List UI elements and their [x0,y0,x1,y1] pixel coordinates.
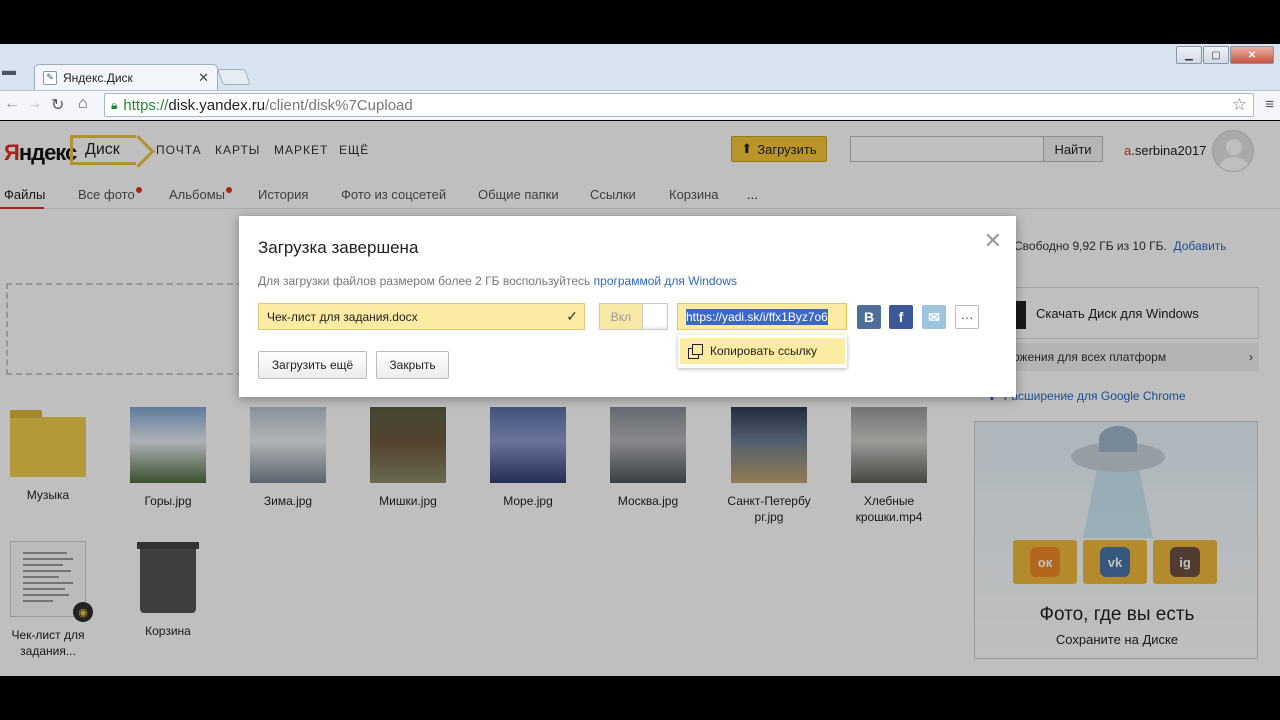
browser-chrome: ▬ ✎ Яндекс.Диск ✕ ▁ ▢ ✕ ← → ↻ ⌂ 🔒︎ https… [0,44,1280,120]
bookmark-star-icon[interactable]: ☆ [1232,95,1247,115]
maximize-button[interactable]: ▢ [1203,46,1229,64]
modal-overlay[interactable] [0,121,1280,676]
address-bar[interactable]: 🔒︎ https:// disk.yandex.ru /client/disk%… [104,93,1254,117]
back-arrow-icon[interactable]: ← [4,95,20,113]
dialog-note: Для загрузки файлов размером более 2 ГБ … [258,274,737,288]
reload-icon[interactable]: ↻ [51,95,64,115]
url-path: /client/disk%7Cupload [265,96,413,114]
lock-icon: 🔒︎ [111,97,118,112]
public-link-input[interactable]: https://yadi.sk/i/ffx1Byz7o6 [677,303,847,330]
facebook-share-label: f [898,309,904,325]
forward-arrow-icon[interactable]: → [26,95,42,113]
close-dialog-button[interactable]: Закрыть [376,351,449,379]
vk-share-icon[interactable]: B [857,305,881,329]
video-letterbox-bottom [0,676,1280,720]
copy-link-popup: Копировать ссылку [678,335,847,368]
toggle-knob [642,304,667,329]
upload-complete-dialog: Загрузка завершена ✕ Для загрузки файлов… [239,216,1016,397]
yandex-disk-page: Яндекс Диск ПОЧТА КАРТЫ МАРКЕТ ЕЩЁ ⬆ Заг… [0,121,1280,676]
url-host: disk.yandex.ru [168,96,266,114]
copy-link-label: Копировать ссылку [710,344,817,358]
copy-link-button[interactable]: Копировать ссылку [680,338,845,364]
favicon-icon: ✎ [43,70,57,85]
new-tab-button[interactable] [217,69,251,85]
upload-more-button[interactable]: Загрузить ещё [258,351,367,379]
copy-icon [688,344,703,359]
facebook-share-icon[interactable]: f [889,305,913,329]
minimize-button[interactable]: ▁ [1176,46,1202,64]
public-link-value: https://yadi.sk/i/ffx1Byz7o6 [686,308,828,325]
close-window-button[interactable]: ✕ [1230,46,1274,64]
public-link-toggle[interactable]: Вкл [599,303,668,330]
home-icon[interactable]: ⌂ [78,95,88,113]
uploaded-file-name: Чек-лист для задания.docx [267,309,418,324]
more-share-options-button[interactable]: ··· [955,305,979,329]
close-icon[interactable]: ✕ [984,228,1002,254]
window-controls: ▁ ▢ ✕ [1176,46,1274,64]
uploaded-file-field: Чек-лист для задания.docx ✓ [258,303,585,330]
browser-menu-icon[interactable]: ≡ [1265,96,1274,113]
checkmark-icon: ✓ [566,308,578,324]
tab-close-icon[interactable]: ✕ [198,70,209,86]
windows-app-link[interactable]: программой для Windows [594,274,737,288]
browser-tab[interactable]: ✎ Яндекс.Диск ✕ [34,64,218,90]
tab-title: Яндекс.Диск [63,70,133,85]
profile-icon[interactable]: ▬ [2,62,24,82]
video-letterbox-top [0,0,1280,44]
email-share-icon[interactable]: ✉ [922,305,946,329]
vk-share-label: B [863,309,875,325]
email-share-label: ✉ [928,308,940,325]
dialog-title: Загрузка завершена [258,238,419,257]
toggle-label: Вкл [600,304,642,329]
note-text: Для загрузки файлов размером более 2 ГБ … [258,274,594,288]
url-scheme: https:// [123,96,169,114]
browser-toolbar: ← → ↻ ⌂ 🔒︎ https:// disk.yandex.ru /clie… [0,90,1280,120]
